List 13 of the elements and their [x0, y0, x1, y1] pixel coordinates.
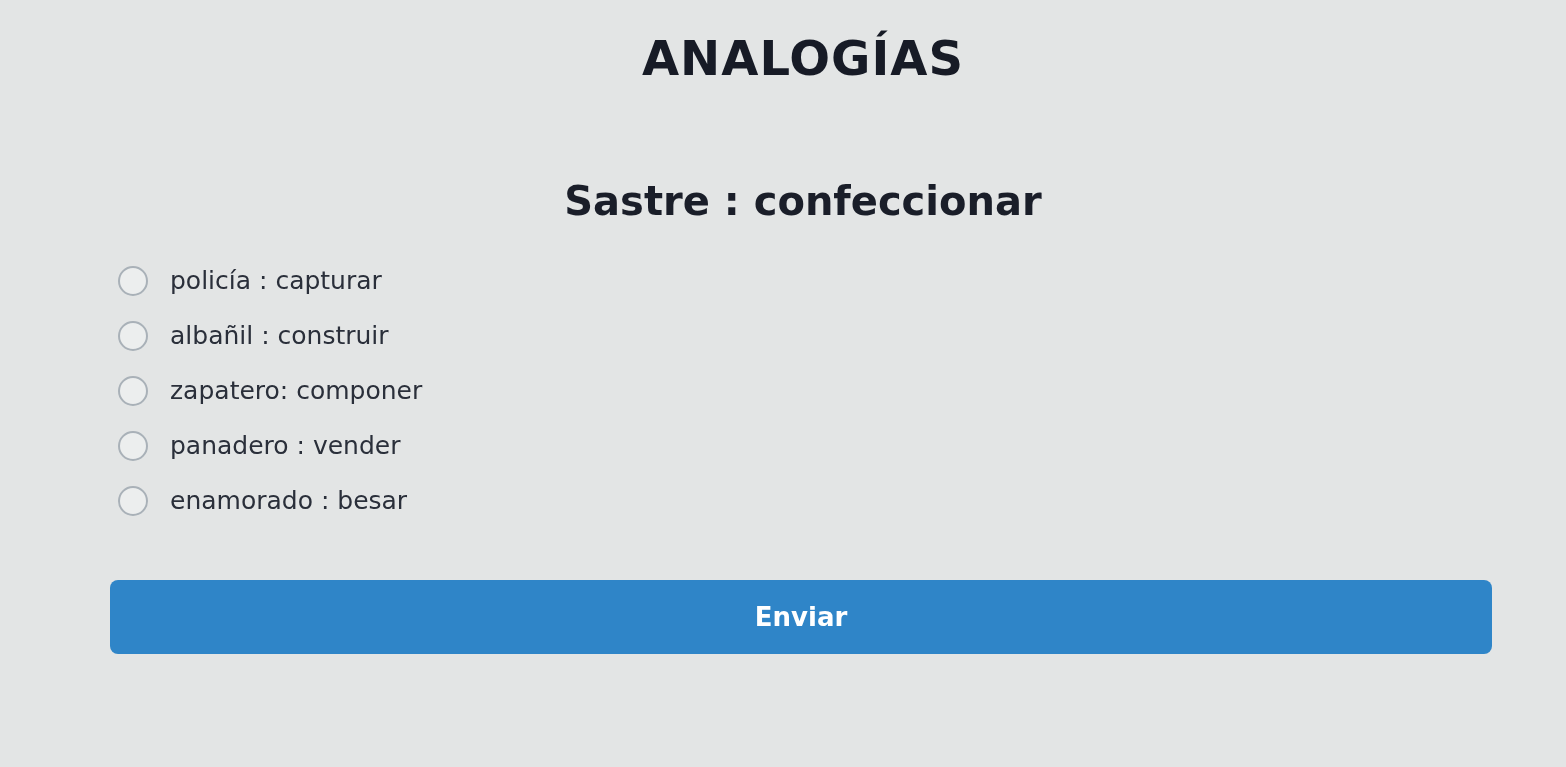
radio-button[interactable] [118, 266, 148, 296]
option-label: policía : capturar [170, 265, 382, 297]
option-label: albañil : construir [170, 320, 389, 352]
radio-button[interactable] [118, 431, 148, 461]
radio-button[interactable] [118, 376, 148, 406]
submit-button[interactable]: Enviar [110, 580, 1492, 654]
radio-button[interactable] [118, 486, 148, 516]
question-text: Sastre : confeccionar [564, 177, 1042, 226]
radio-button[interactable] [118, 321, 148, 351]
option-label: panadero : vender [170, 430, 401, 462]
option-label: zapatero: componer [170, 375, 423, 407]
option-label: enamorado : besar [170, 485, 408, 517]
page-title: ANALOGÍAS [641, 29, 965, 88]
